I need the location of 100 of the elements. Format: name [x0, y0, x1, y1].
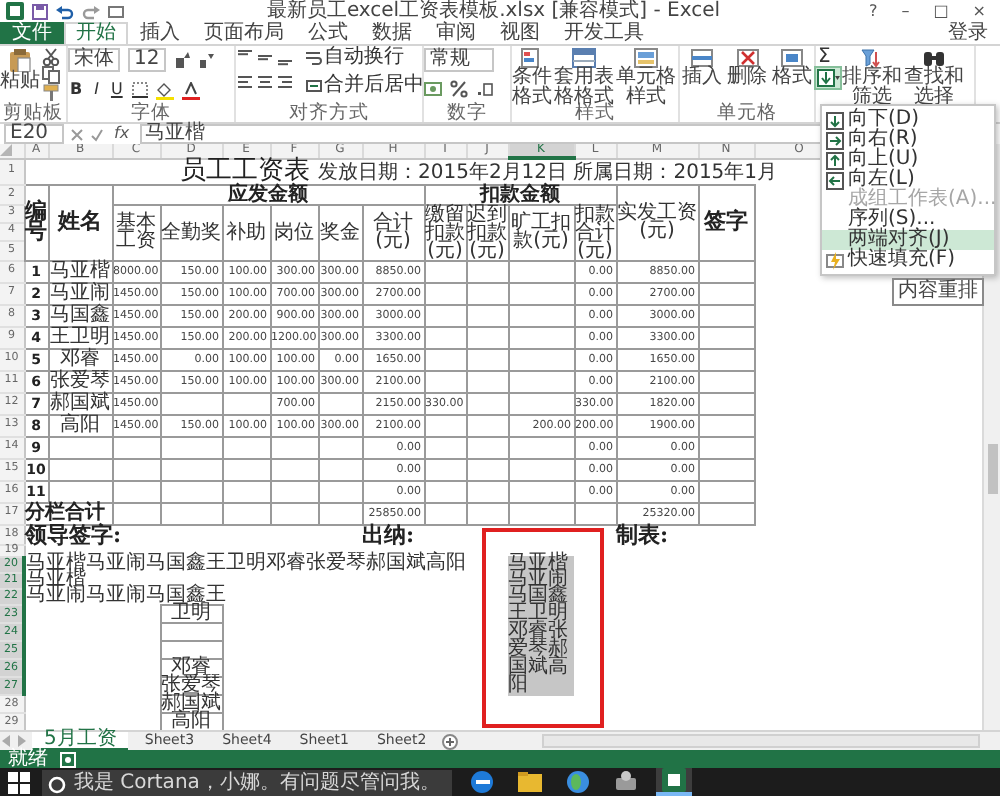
ribbon-button[interactable]: 单元格样式	[616, 48, 676, 108]
scissors-icon[interactable]	[42, 48, 60, 66]
group-label: 剪贴板	[3, 104, 63, 122]
globe-icon	[566, 770, 590, 794]
column-title: 签字	[698, 184, 754, 260]
horizontal-scrollbar[interactable]	[542, 734, 980, 748]
sign-in-link[interactable]: 登录	[948, 24, 1000, 44]
merge-center-button[interactable]: 合并后居中	[304, 76, 426, 96]
ribbon-button[interactable]: 删除	[725, 48, 769, 88]
window-control[interactable]: ×	[964, 1, 994, 21]
autosum-button[interactable]: Σ	[816, 48, 840, 68]
ribbon-button[interactable]: 排序和筛选	[842, 48, 902, 108]
format-cells-icon	[780, 48, 805, 68]
wrap-text-button[interactable]: 自动换行	[304, 48, 426, 68]
font-style-button[interactable]: B	[68, 80, 85, 100]
align-left-icon[interactable]	[236, 74, 254, 92]
status-text: 就绪	[8, 750, 48, 768]
border-icon[interactable]	[132, 82, 149, 98]
sort-filter-icon	[860, 48, 884, 68]
spreadsheet-logo-icon	[6, 2, 24, 20]
font-style-button[interactable]: I	[92, 80, 101, 100]
accounting-format-icon[interactable]	[424, 80, 442, 98]
decimal-icon[interactable]	[476, 80, 494, 98]
ribbon-button[interactable]: 粘贴	[0, 48, 40, 92]
percent-style-icon[interactable]	[450, 80, 468, 98]
menu-item[interactable]: 快速填充(F)	[822, 250, 994, 270]
font-name-field[interactable]: 宋体	[68, 48, 120, 72]
insert-function-button[interactable]: fx	[110, 124, 134, 144]
delete-cells-icon	[735, 48, 759, 68]
font-style-button[interactable]: U	[108, 80, 125, 100]
cancel-icon[interactable]	[70, 127, 84, 141]
signature-label: 出纳:	[362, 524, 508, 544]
taskbar-app[interactable]	[656, 768, 692, 796]
ribbon-tab[interactable]: 数据	[360, 22, 424, 44]
folder-icon	[518, 770, 542, 794]
fill-icon[interactable]	[816, 68, 840, 88]
sheet-tab[interactable]: 5月工资	[32, 731, 129, 751]
grow-font-icon[interactable]	[173, 52, 190, 68]
ribbon-tab[interactable]: 开始	[64, 22, 128, 44]
insert-cells-icon	[689, 48, 714, 68]
shrink-font-icon[interactable]	[197, 52, 214, 68]
column-title: 合计(元)	[362, 204, 424, 260]
format-painter-icon[interactable]	[42, 84, 60, 102]
enter-icon[interactable]	[90, 127, 104, 141]
employee-name: 马亚楷	[48, 260, 112, 282]
font-color-icon[interactable]	[182, 81, 201, 99]
align-center-icon[interactable]	[256, 74, 274, 92]
ribbon-tab[interactable]: 页面布局	[192, 22, 296, 44]
column-title: 补助	[222, 204, 270, 260]
add-sheet-icon[interactable]	[442, 733, 459, 749]
column-title: 岗位	[270, 204, 318, 260]
fill-color-icon[interactable]	[156, 81, 175, 99]
save-icon[interactable]	[32, 3, 48, 19]
toolbar-customize-icon[interactable]	[108, 3, 126, 19]
column-title: 实发工资(元)	[616, 184, 698, 260]
undo-icon[interactable]	[56, 3, 74, 19]
menu-item[interactable]: 向右(R)	[822, 130, 994, 150]
window-control[interactable]: ?	[860, 1, 886, 21]
selected-cell: 马亚楷	[508, 556, 574, 572]
column-title: 迟到扣款(元)	[466, 204, 508, 260]
copy-icon[interactable]	[42, 66, 60, 84]
menu-item[interactable]: 向下(D)	[822, 110, 994, 130]
menu-item[interactable]: 序列(S)...	[822, 210, 994, 230]
ribbon-tab[interactable]: 插入	[128, 22, 192, 44]
ribbon-button[interactable]: 格式	[770, 48, 815, 88]
column-title: 全勤奖	[160, 204, 222, 260]
selected-cell: 爱琴郝	[508, 641, 574, 659]
window-control[interactable]: –	[893, 1, 918, 21]
ribbon-button[interactable]: 插入	[680, 48, 724, 88]
align-right-icon[interactable]	[276, 74, 294, 92]
window-control[interactable]: □	[925, 1, 957, 21]
macro-record-icon[interactable]	[60, 751, 76, 767]
conditional-format-icon	[520, 48, 544, 68]
subtotal-label: 分栏合计	[24, 502, 112, 524]
ribbon-tab[interactable]: 审阅	[424, 22, 488, 44]
ribbon-button[interactable]: 条件格式	[512, 48, 552, 108]
windows-start-icon[interactable]	[8, 771, 30, 793]
search-field[interactable]: 我是 Cortana，小娜。有问题尽管问我。	[42, 769, 452, 795]
number-format-field[interactable]: 常规	[424, 48, 494, 72]
font-size-field[interactable]: 12	[128, 48, 166, 72]
group-label: 样式	[575, 104, 615, 122]
taskbar-app[interactable]	[512, 768, 548, 796]
fill-down-icon	[826, 111, 844, 129]
menu-item[interactable]: 两端对齐(J)	[822, 230, 994, 250]
note-text: 卫明	[160, 605, 222, 623]
name-box[interactable]: E20	[4, 124, 64, 144]
ribbon-tab[interactable]: 公式	[296, 22, 360, 44]
ribbon-tab[interactable]: 开发工具	[552, 22, 656, 44]
signature-label: 领导签字:	[24, 524, 160, 544]
menu-item[interactable]: 向左(L)	[822, 170, 994, 190]
note-text: 邓睿	[160, 659, 222, 677]
ribbon-button[interactable]: 套用表格格式	[554, 48, 614, 108]
redo-icon[interactable]	[82, 3, 100, 19]
cell-styles-icon	[634, 48, 658, 68]
ribbon-button[interactable]: 查找和选择	[904, 48, 964, 108]
ribbon-tab[interactable]: 视图	[488, 22, 552, 44]
employee-name: 邓睿	[48, 348, 112, 370]
group-label: 数字	[447, 104, 487, 122]
group-label: 单元格	[717, 104, 777, 122]
ribbon-tab[interactable]: 文件	[0, 22, 64, 44]
